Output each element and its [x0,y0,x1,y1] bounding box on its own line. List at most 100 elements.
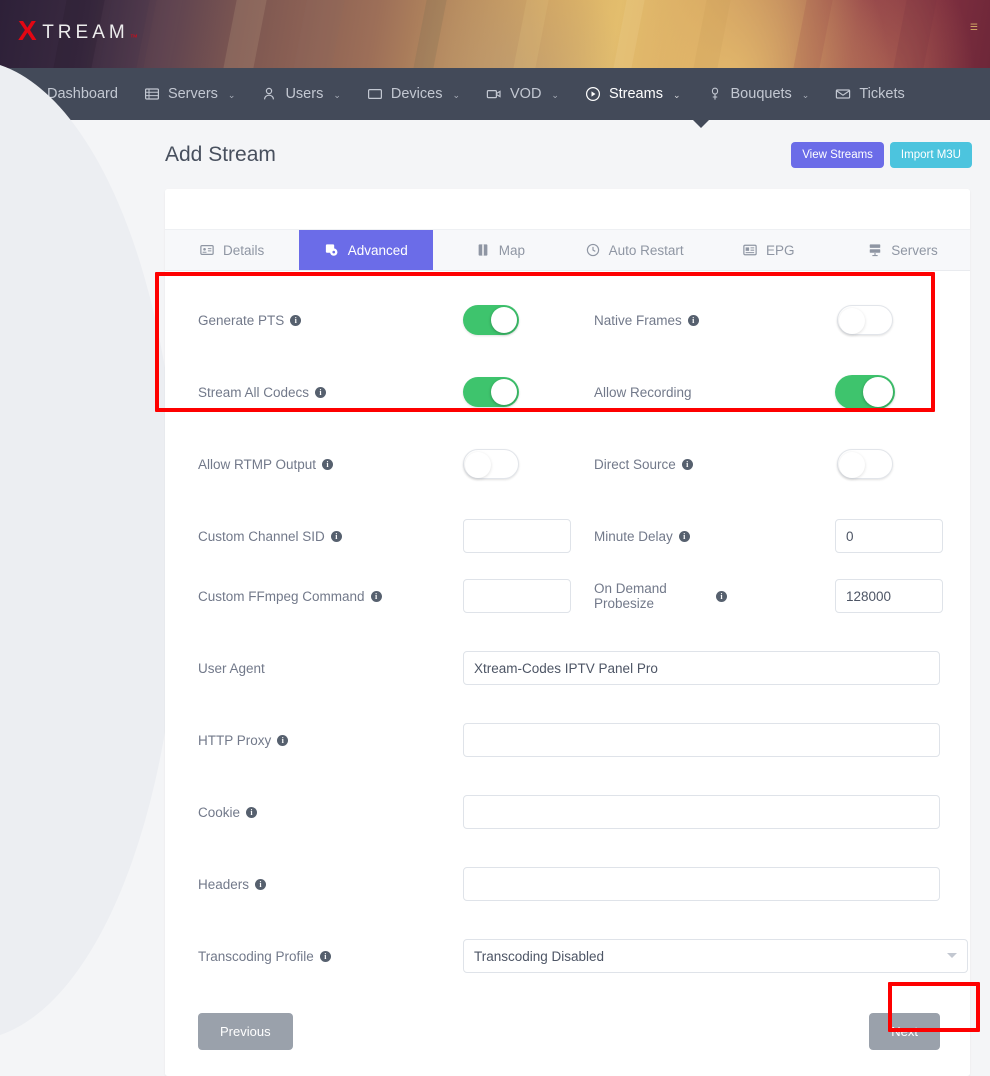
row-user-agent: User Agent [198,643,940,693]
transcoding-profile-select-wrapper [463,939,968,973]
form-footer: Previous Next [198,1013,940,1050]
nav-label-users: Users [285,86,323,102]
nav-item-servers[interactable]: Servers ⌄ [131,68,249,120]
nav-label-devices: Devices [391,86,443,102]
tab-label-advanced: Advanced [348,243,408,258]
brand-banner: X TREAM ™ ☰ [0,0,990,68]
streams-icon [585,86,601,102]
info-icon[interactable]: i [682,459,693,470]
tab-label-auto-restart: Auto Restart [609,243,684,258]
nav-item-bouquets[interactable]: Bouquets ⌄ [694,68,823,120]
nav-item-users[interactable]: Users ⌄ [248,68,353,120]
tab-map[interactable]: Map [433,230,567,270]
page-title: Add Stream [165,143,276,167]
tv-guide-icon [743,243,757,257]
cookie-input[interactable] [463,795,940,829]
label-text-minute-delay: Minute Delay [594,529,673,544]
bouquets-icon [707,86,723,102]
logo-text: TREAM [42,22,129,44]
info-icon[interactable]: i [322,459,333,470]
nav-item-tickets[interactable]: Tickets [822,68,917,120]
minute-delay-input[interactable] [835,519,943,553]
info-icon[interactable]: i [688,315,699,326]
http-proxy-input[interactable] [463,723,940,757]
clock-icon [586,243,600,257]
info-icon[interactable]: i [371,591,382,602]
row-generate-pts: Generate PTS i Native Frames i [198,295,940,345]
next-button[interactable]: Next [869,1013,940,1050]
label-text-http-proxy: HTTP Proxy [198,733,271,748]
label-allow-recording: Allow Recording [594,385,727,400]
info-icon[interactable]: i [679,531,690,542]
gears-icon [325,243,339,257]
tab-auto-restart[interactable]: Auto Restart [568,230,702,270]
chevron-down-icon: ⌄ [673,90,681,101]
tab-epg[interactable]: EPG [702,230,836,270]
nav-label-vod: VOD [510,86,541,102]
info-icon[interactable]: i [315,387,326,398]
view-streams-button[interactable]: View Streams [791,142,884,168]
label-http-proxy: HTTP Proxy i [198,733,463,748]
label-text-custom-channel-sid: Custom Channel SID [198,529,325,544]
tab-label-map: Map [499,243,525,258]
info-icon[interactable]: i [277,735,288,746]
server-icon [868,243,882,257]
chevron-down-icon: ⌄ [802,90,810,101]
toggle-direct-source[interactable] [837,449,893,479]
info-icon[interactable]: i [331,531,342,542]
label-generate-pts: Generate PTS i [198,313,463,328]
label-text-stream-all-codecs: Stream All Codecs [198,385,309,400]
chevron-down-icon: ⌄ [452,90,460,101]
headers-input[interactable] [463,867,940,901]
nav-label-tickets: Tickets [859,86,904,102]
info-icon[interactable]: i [246,807,257,818]
row-cookie: Cookie i [198,787,940,837]
tab-label-epg: EPG [766,243,795,258]
row-custom-channel-sid: Custom Channel SID i Minute Delay i [198,511,940,561]
servers-icon [144,86,160,102]
label-native-frames: Native Frames i [594,313,727,328]
label-custom-ffmpeg-command: Custom FFmpeg Command i [198,589,463,604]
info-icon[interactable]: i [255,879,266,890]
toggle-native-frames[interactable] [837,305,893,335]
info-icon[interactable]: i [320,951,331,962]
card-top-spacer [165,189,970,229]
info-icon[interactable]: i [290,315,301,326]
label-text-cookie: Cookie [198,805,240,820]
chevron-down-icon: ⌄ [333,90,341,101]
label-stream-all-codecs: Stream All Codecs i [198,385,463,400]
page-body: Add Stream View Streams Import M3U Detai… [0,120,990,1076]
stream-form-card: Details Advanced Map [165,189,970,1076]
custom-ffmpeg-command-input[interactable] [463,579,571,613]
label-text-on-demand-probesize: On Demand Probesize [594,581,710,611]
advanced-settings-form: Generate PTS i Native Frames i [165,271,970,1076]
row-stream-all-codecs: Stream All Codecs i Allow Recording [198,367,940,417]
row-headers: Headers i [198,859,940,909]
row-allow-rtmp-output: Allow RTMP Output i Direct Source i [198,439,940,489]
on-demand-probesize-input[interactable] [835,579,943,613]
label-text-native-frames: Native Frames [594,313,682,328]
nav-item-devices[interactable]: Devices ⌄ [354,68,473,120]
book-icon [476,243,490,257]
import-m3u-button[interactable]: Import M3U [890,142,972,168]
xtream-logo[interactable]: X TREAM ™ [18,18,141,44]
toggle-allow-rtmp-output[interactable] [463,449,519,479]
tab-details[interactable]: Details [165,230,299,270]
tab-servers[interactable]: Servers [836,230,970,270]
label-text-generate-pts: Generate PTS [198,313,284,328]
custom-channel-sid-input[interactable] [463,519,571,553]
user-agent-input[interactable] [463,651,940,685]
toggle-stream-all-codecs[interactable] [463,377,519,407]
nav-item-streams[interactable]: Streams ⌄ [572,68,694,120]
info-icon[interactable]: i [716,591,727,602]
label-transcoding-profile: Transcoding Profile i [198,949,463,964]
previous-button[interactable]: Previous [198,1013,293,1050]
toggle-generate-pts[interactable] [463,305,519,335]
tab-advanced[interactable]: Advanced [299,230,433,270]
transcoding-profile-select[interactable] [463,939,968,973]
label-direct-source: Direct Source i [594,457,727,472]
toggle-allow-recording[interactable] [835,375,895,409]
row-http-proxy: HTTP Proxy i [198,715,940,765]
row-custom-ffmpeg-command: Custom FFmpeg Command i On Demand Probes… [198,571,940,621]
nav-item-vod[interactable]: VOD ⌄ [473,68,572,120]
